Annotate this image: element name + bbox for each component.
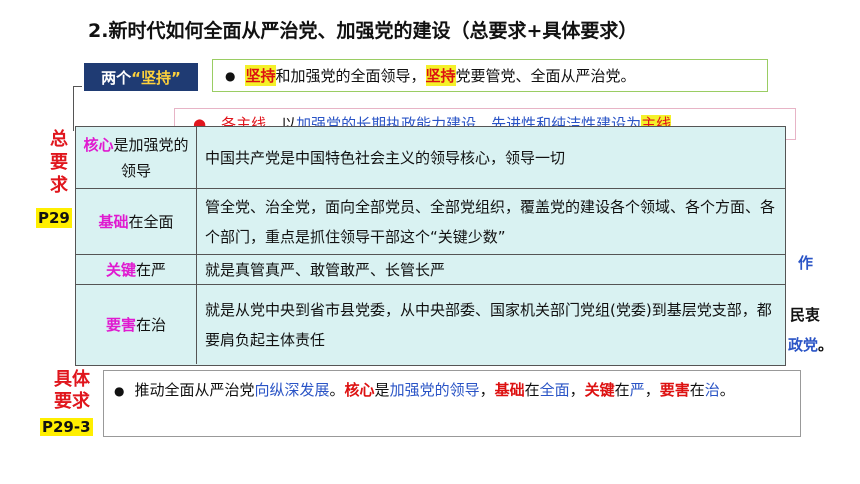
spec-seg: 核心 (344, 381, 375, 399)
general-label-char: 要 (50, 152, 68, 173)
spec-label-line: 具体 (54, 369, 90, 390)
persist-highlight-1: 坚持 (245, 65, 276, 86)
table-row: 核心是加强党的领导 中国共产党是中国特色社会主义的领导核心，领导一切 (76, 127, 785, 189)
table-value-cell: 中国共产党是中国特色社会主义的领导核心，领导一切 (205, 148, 566, 167)
bullet-icon: ● (114, 384, 125, 398)
spec-seg: 严 (629, 381, 645, 399)
general-requirement-label: 总 要 求 (46, 128, 72, 197)
spec-seg: 治 (704, 381, 720, 399)
table-value-cell: 就是从党中央到省市县党委，从中央部委、国家机关部门党组(党委)到基层党支部，都要… (205, 300, 772, 349)
spec-seg: 。 (719, 381, 735, 399)
requirement-table: 核心是加强党的领导 中国共产党是中国特色社会主义的领导核心，领导一切 基础在全面… (75, 126, 786, 366)
spec-seg: 在 (524, 381, 540, 399)
spec-seg: 要害 (659, 381, 690, 399)
spec-seg: ， (644, 381, 660, 399)
specific-requirement-box: ● 推动全面从严治党向纵深发展。核心是加强党的领导，基础在全面，关键在严，要害在治… (103, 370, 801, 437)
general-page-ref: P29 (36, 208, 72, 228)
spec-seg: 加强党的领导 (389, 381, 480, 399)
spec-label-line: 要求 (54, 391, 90, 412)
spec-seg: 在 (689, 381, 705, 399)
spec-seg: 在 (614, 381, 630, 399)
spec-seg: 是 (374, 381, 390, 399)
general-label-char: 求 (50, 175, 68, 196)
key-text: 在严 (136, 260, 167, 279)
spec-seg: ， (479, 381, 495, 399)
key-highlight: 关键 (105, 260, 136, 279)
table-row: 基础在全面 管全党、治全党，面向全部党员、全部党组织，覆盖党的建设各个领域、各个… (76, 189, 785, 255)
peek-text-2: 民衷 (790, 306, 821, 324)
specific-page-ref: P29-3 (40, 418, 93, 436)
key-highlight: 核心 (83, 135, 114, 154)
table-key-cell: 要害在治 (76, 285, 197, 364)
table-key-cell: 核心是加强党的领导 (76, 127, 197, 188)
bracket-line (73, 86, 82, 131)
persist-label-quote: “坚持” (131, 68, 181, 87)
persist-text-2: 党要管党、全面从严治党。 (455, 67, 636, 85)
spec-seg: 关键 (584, 381, 615, 399)
specific-requirement-label: 具体 要求 (44, 369, 100, 413)
two-persist-box: ● 坚持 和加强党的全面领导， 坚持 党要管党、全面从严治党。 (212, 59, 768, 92)
spec-seg: ， (569, 381, 585, 399)
table-key-cell: 关键在严 (76, 255, 197, 284)
peek-text-1: 作 (798, 254, 814, 272)
page-title: 2.新时代如何全面从严治党、加强党的建设（总要求+具体要求） (88, 20, 638, 42)
key-text: 在全面 (128, 212, 174, 231)
table-row: 要害在治 就是从党中央到省市县党委，从中央部委、国家机关部门党组(党委)到基层党… (76, 285, 785, 364)
general-label-char: 总 (50, 129, 68, 150)
persist-label-prefix: 两个 (101, 68, 132, 87)
key-highlight: 要害 (105, 315, 136, 334)
peek-text-3-end: 。 (818, 336, 834, 354)
key-highlight: 基础 (98, 212, 129, 231)
persist-highlight-2: 坚持 (425, 65, 456, 86)
peek-text-3: 政党。 (788, 334, 833, 355)
peek-text-3-blue: 政党 (788, 336, 819, 354)
persist-text-1: 和加强党的全面领导， (275, 67, 426, 85)
table-value-cell: 管全党、治全党，面向全部党员、全部党组织，覆盖党的建设各个领域、各个方面、各个部… (205, 197, 776, 246)
two-persist-label: 两个 “坚持” (84, 63, 198, 91)
key-text: 在治 (136, 315, 167, 334)
key-text: 是加强党的领导 (113, 135, 189, 180)
spec-seg: 基础 (494, 381, 525, 399)
spec-seg: 推动全面从严治党 (134, 381, 255, 399)
bullet-icon: ● (225, 68, 236, 83)
table-value-cell: 就是真管真严、敢管敢严、长管长严 (205, 260, 446, 279)
table-row: 关键在严 就是真管真严、敢管敢严、长管长严 (76, 255, 785, 285)
spec-seg: 向纵深发展 (254, 381, 330, 399)
table-key-cell: 基础在全面 (76, 189, 197, 254)
spec-seg: 。 (329, 381, 345, 399)
spec-seg: 全面 (539, 381, 570, 399)
